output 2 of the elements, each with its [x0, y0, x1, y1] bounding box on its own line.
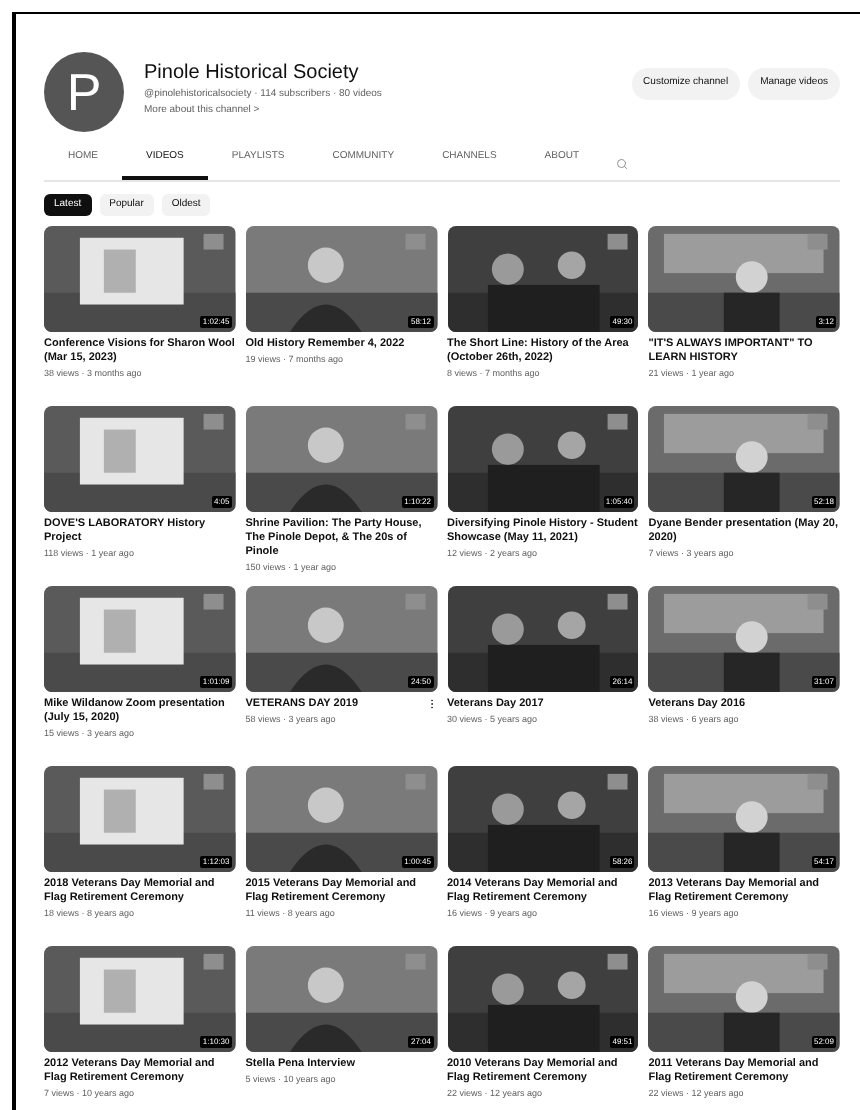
channel-name: Pinole Historical Society [144, 64, 361, 84]
channel-avatar: P [44, 52, 124, 132]
